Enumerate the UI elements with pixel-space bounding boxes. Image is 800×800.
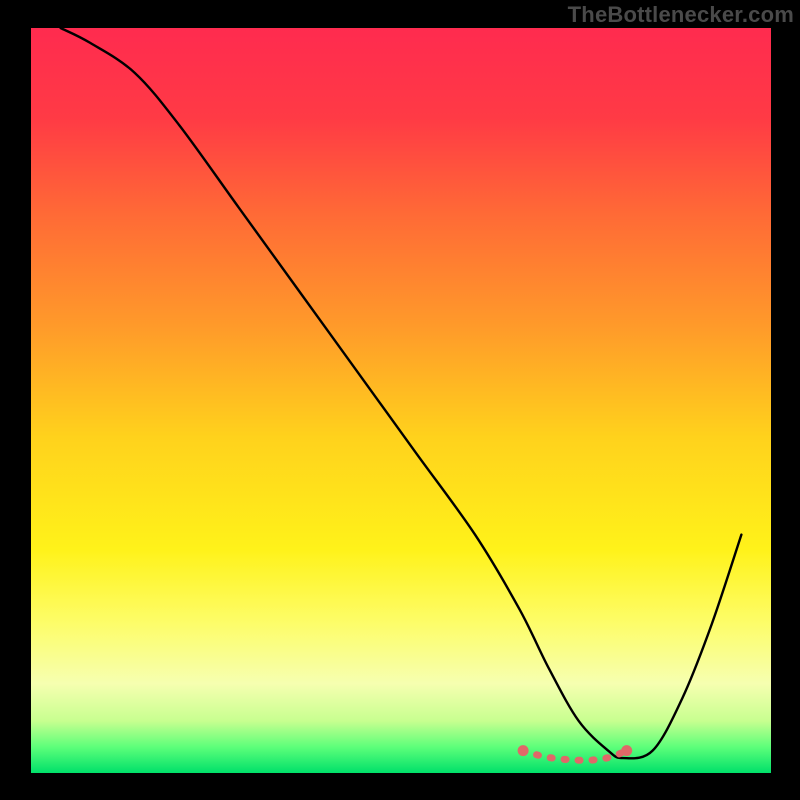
- chart-frame: TheBottlenecker.com: [0, 0, 800, 800]
- watermark-text: TheBottlenecker.com: [568, 2, 794, 28]
- plot-background: [31, 28, 771, 773]
- bottleneck-chart: [0, 0, 800, 800]
